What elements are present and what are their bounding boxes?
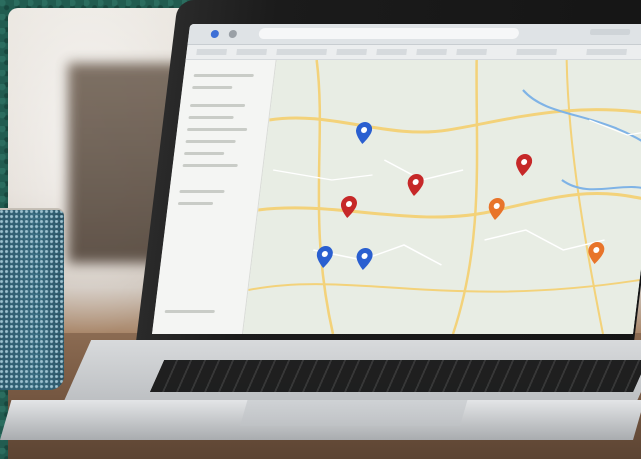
bookmark-item[interactable]: [456, 49, 487, 55]
sidebar-line: [188, 116, 234, 119]
bookmark-item[interactable]: [236, 49, 267, 55]
bookmark-item[interactable]: [196, 49, 227, 55]
sidebar-line: [193, 74, 254, 77]
laptop-screen: [152, 24, 641, 334]
map-pin-icon[interactable]: [587, 242, 606, 264]
map-pin-icon[interactable]: [354, 122, 373, 144]
trackpad: [240, 400, 468, 426]
sidebar-line: [179, 190, 225, 193]
browser-dot-icon: [228, 30, 238, 38]
bookmark-item[interactable]: [586, 49, 627, 55]
bookmarks-bar: [185, 45, 641, 60]
sidebar-line: [164, 310, 215, 313]
browser-toolbar: [187, 24, 641, 45]
sidebar-line: [189, 104, 246, 107]
address-bar[interactable]: [258, 28, 520, 39]
sidebar-line: [182, 164, 238, 167]
map-pin-icon[interactable]: [514, 154, 533, 176]
browser-tab-title: [589, 29, 631, 35]
bookmark-item[interactable]: [416, 49, 447, 55]
sidebar-line: [183, 152, 225, 155]
bookmark-item[interactable]: [336, 49, 367, 55]
map-roads: [243, 60, 641, 334]
map-pin-icon[interactable]: [487, 198, 506, 220]
bookmark-item[interactable]: [276, 49, 327, 55]
browser-dot-icon: [210, 30, 220, 38]
sidebar-line: [192, 86, 233, 89]
map-pin-icon[interactable]: [406, 174, 425, 196]
mug-icon: [0, 210, 64, 390]
map-pin-icon[interactable]: [315, 246, 334, 268]
keyboard: [150, 360, 641, 392]
bookmark-item[interactable]: [376, 49, 407, 55]
map-view[interactable]: [243, 60, 641, 334]
map-pin-icon[interactable]: [355, 248, 374, 270]
sidebar-line: [186, 128, 248, 131]
sidebar-line: [185, 140, 236, 143]
bookmark-item[interactable]: [516, 49, 557, 55]
sidebar-line: [177, 202, 214, 205]
map-pin-icon[interactable]: [339, 196, 358, 218]
